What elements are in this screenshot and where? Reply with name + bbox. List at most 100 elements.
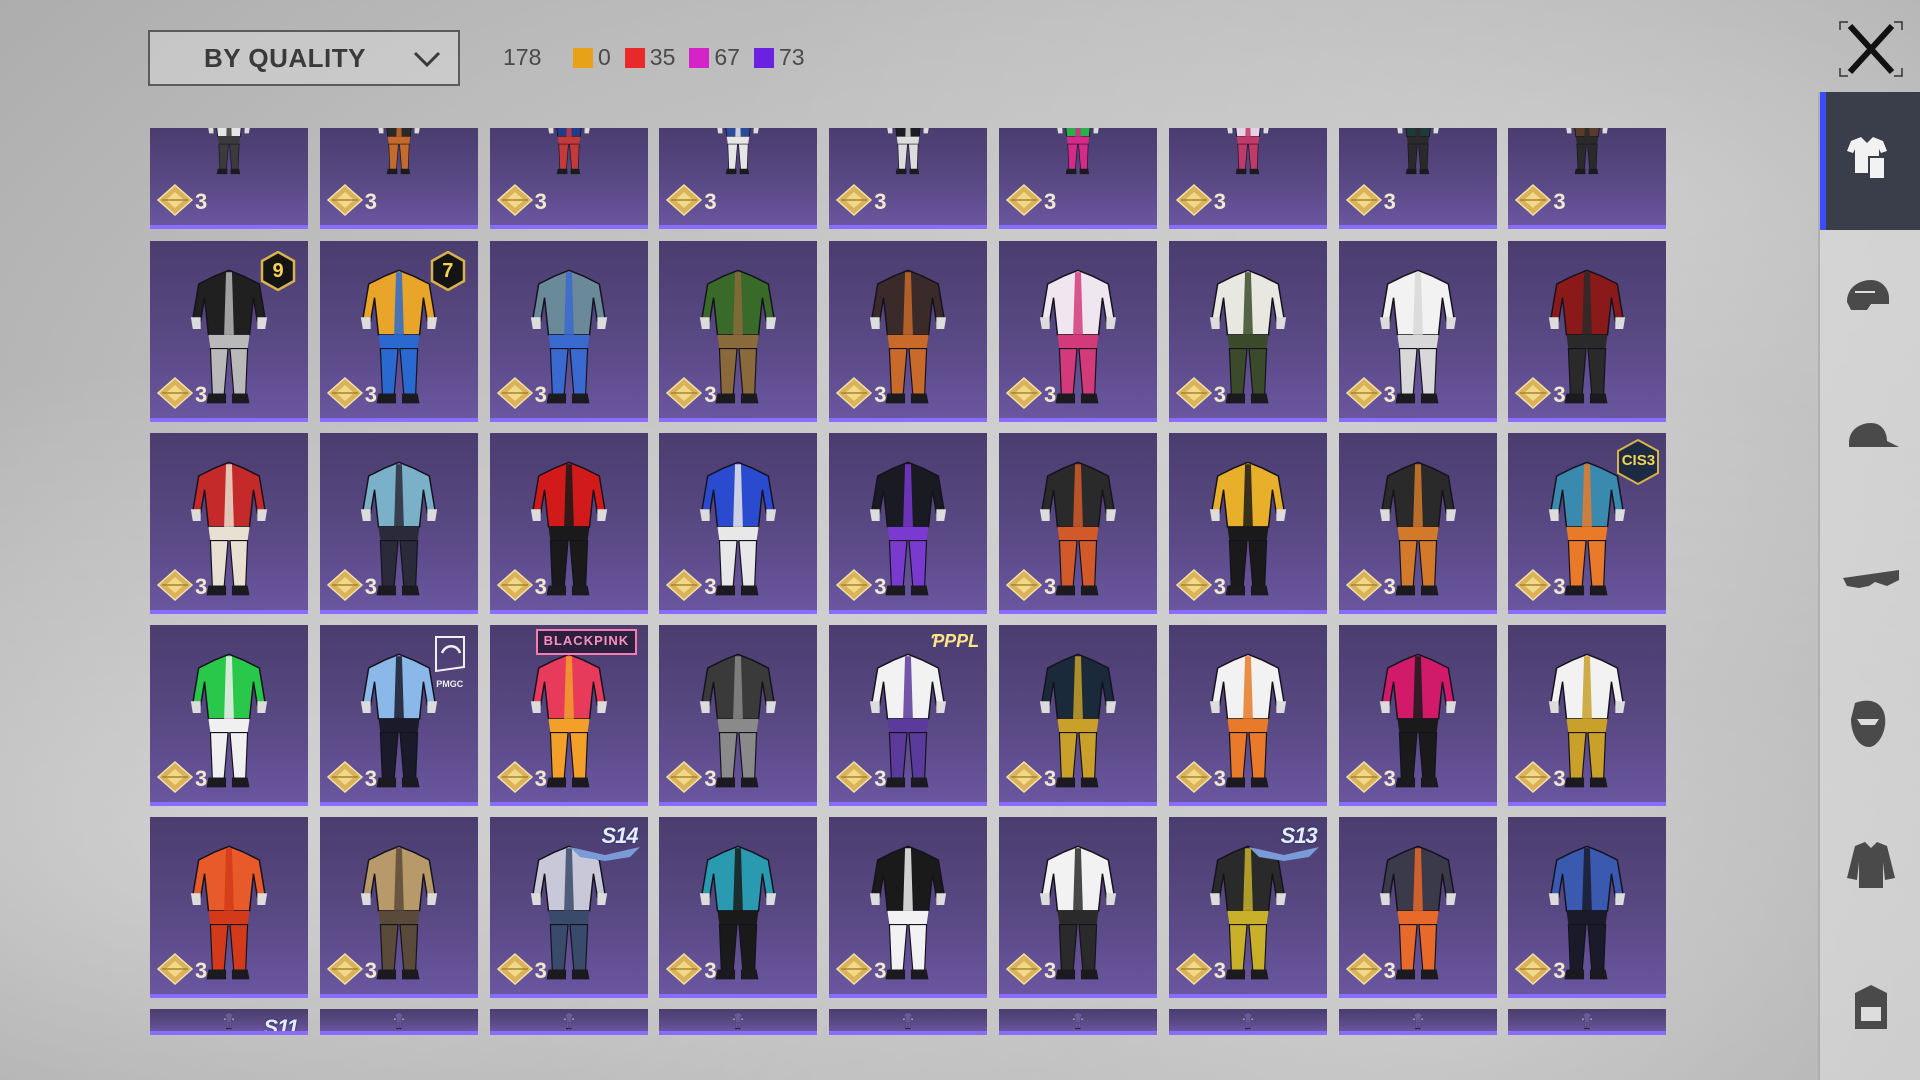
outfit-tile[interactable]: 3: [489, 433, 648, 614]
sidebar-item-helmet[interactable]: [1820, 233, 1920, 371]
duplicate-badge: 3: [496, 183, 547, 217]
outfit-tile[interactable]: 3: [1338, 625, 1497, 806]
quality-count-value: 35: [649, 44, 676, 70]
rank-diamond-icon: [1345, 568, 1382, 602]
duplicate-badge: 3: [1175, 568, 1226, 602]
rank-diamond-icon: [326, 952, 363, 986]
outfit-tile[interactable]: 3: [999, 128, 1157, 229]
quality-counts: 0 35 67 73: [573, 44, 819, 71]
sidebar-item-goggles[interactable]: [1820, 515, 1920, 653]
sidebar-item-backpack[interactable]: [1820, 938, 1920, 1076]
duplicate-count: 3: [534, 382, 547, 407]
cap-icon: [1849, 423, 1899, 447]
outfit-tile[interactable]: 3: [1168, 625, 1327, 806]
duplicate-badge: 3: [156, 376, 207, 410]
rank-diamond-icon: [496, 568, 533, 602]
duplicate-count: 3: [364, 574, 378, 599]
outfit-tile[interactable]: 3: [999, 817, 1157, 998]
outfit-tile[interactable]: 3 PMGC: [319, 625, 478, 806]
duplicate-badge: 3: [1345, 376, 1396, 410]
duplicate-count: 3: [534, 574, 547, 599]
sidebar-item-cap[interactable]: [1820, 374, 1920, 512]
outfit-tile[interactable]: 39: [150, 241, 308, 422]
outfit-tile[interactable]: 3: [1508, 817, 1667, 998]
outfit-tile[interactable]: 3: [1338, 433, 1497, 614]
outfit-tile[interactable]: [999, 1009, 1157, 1035]
outfit-preview: [1073, 1012, 1083, 1030]
outfit-tile[interactable]: [1168, 1009, 1327, 1035]
season-badge: S14: [601, 823, 638, 849]
outfit-tile[interactable]: 3: [1168, 241, 1327, 422]
rank-diamond-icon: [1345, 760, 1382, 794]
duplicate-badge: 3: [665, 376, 717, 410]
outfit-tile[interactable]: 3: [829, 817, 988, 998]
duplicate-count: 3: [364, 189, 378, 214]
outfit-tile[interactable]: 3: [659, 433, 818, 614]
outfit-tile[interactable]: 3: [829, 241, 988, 422]
outfit-tile[interactable]: 3 BLACKPINK: [489, 625, 648, 806]
outfit-tile[interactable]: 3: [1338, 817, 1497, 998]
outfit-tile[interactable]: 3: [829, 128, 988, 229]
rank-diamond-icon: [156, 760, 194, 794]
outfit-tile[interactable]: 3: [150, 128, 308, 229]
rank-diamond-icon: [1175, 183, 1212, 217]
outfit-tile[interactable]: [489, 1009, 648, 1035]
duplicate-badge: 3: [326, 568, 377, 602]
outfit-grid[interactable]: 3 3 3 3 3 3 3 3 3 3 9 3 7 3 3 3 3 3 3 3 …: [150, 128, 1670, 1035]
duplicate-count: 3: [874, 766, 887, 791]
outfit-tile[interactable]: 3: [319, 817, 478, 998]
close-button[interactable]: [1838, 20, 1904, 78]
outfit-tile[interactable]: 3: [829, 433, 988, 614]
outfit-tile[interactable]: 3: [150, 817, 308, 998]
outfit-tile[interactable]: [829, 1009, 988, 1035]
rank-diamond-icon: [666, 183, 703, 217]
outfit-tile[interactable]: 3: [489, 241, 648, 422]
outfit-tile[interactable]: 37: [319, 241, 478, 422]
outfit-tile[interactable]: 3 CIS3: [1508, 433, 1667, 614]
duplicate-count: 3: [534, 766, 547, 791]
duplicate-count: 3: [1213, 574, 1227, 599]
sidebar-item-outfit[interactable]: [1820, 92, 1920, 230]
outfit-tile[interactable]: 3: [1508, 241, 1667, 422]
sidebar-item-mask[interactable]: [1820, 656, 1920, 794]
outfit-tile[interactable]: 3: [1338, 241, 1497, 422]
outfit-tile[interactable]: [319, 1009, 478, 1035]
outfit-tile[interactable]: 3 S14: [489, 817, 648, 998]
outfit-tile[interactable]: 3: [1338, 128, 1497, 229]
outfit-tile[interactable]: 3: [1168, 433, 1327, 614]
sidebar-item-jacket[interactable]: [1820, 797, 1920, 935]
outfit-tile[interactable]: 3 ƤPPL: [829, 625, 988, 806]
outfit-tile[interactable]: 3: [999, 433, 1157, 614]
outfit-tile[interactable]: 3: [999, 241, 1157, 422]
outfit-tile[interactable]: 3: [659, 817, 818, 998]
outfit-tile[interactable]: [659, 1009, 818, 1035]
outfit-tile[interactable]: 3: [1168, 128, 1327, 229]
duplicate-badge: 3: [1345, 760, 1396, 794]
duplicate-badge: 3: [665, 760, 717, 794]
outfit-tile[interactable]: 3 S13: [1168, 817, 1327, 998]
outfit-tile[interactable]: 3: [1508, 128, 1667, 229]
outfit-tile[interactable]: 3: [999, 625, 1157, 806]
outfit-tile[interactable]: 3: [1508, 625, 1667, 806]
outfit-tile[interactable]: 3: [659, 625, 818, 806]
rank-diamond-icon: [1175, 952, 1212, 986]
outfit-tile[interactable]: 3: [150, 433, 308, 614]
outfit-tile[interactable]: [1508, 1009, 1667, 1035]
season-wing-icon: [569, 847, 640, 861]
outfit-tile[interactable]: 3: [659, 241, 818, 422]
outfit-tile[interactable]: 3: [319, 128, 478, 229]
duplicate-badge: 3: [326, 760, 377, 794]
rank-diamond-icon: [156, 183, 194, 217]
rank-diamond-icon: [666, 760, 703, 794]
outfit-preview: [1243, 1012, 1253, 1030]
outfit-tile[interactable]: [1338, 1009, 1497, 1035]
outfit-tile[interactable]: 3: [319, 433, 478, 614]
outfit-tile[interactable]: 3: [489, 128, 648, 229]
duplicate-count: 3: [1383, 189, 1396, 214]
outfit-tile[interactable]: 3: [659, 128, 818, 229]
outfit-tile[interactable]: S11: [150, 1009, 308, 1035]
season-wing-icon: [1248, 847, 1319, 861]
sort-dropdown[interactable]: BY QUALITY: [148, 30, 460, 86]
duplicate-badge: 3: [835, 568, 886, 602]
outfit-tile[interactable]: 3: [150, 625, 308, 806]
